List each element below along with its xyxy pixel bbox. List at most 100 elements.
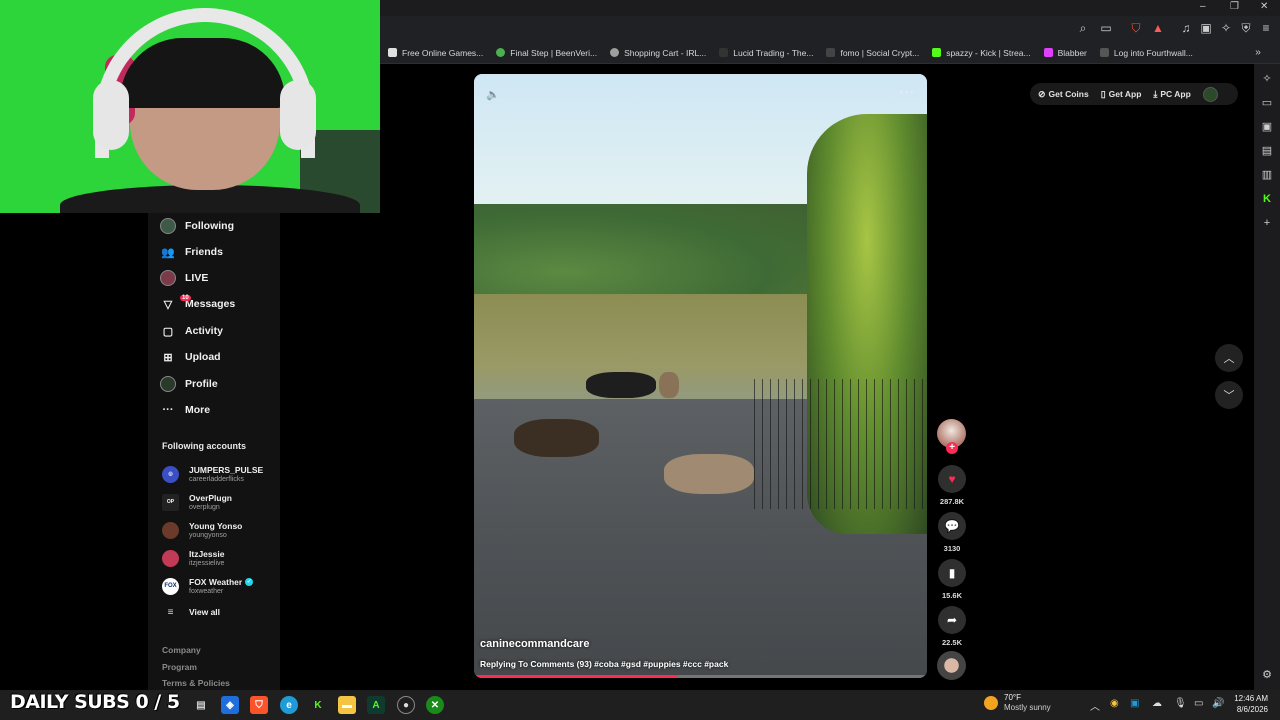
like-button[interactable]: ♥ bbox=[938, 465, 966, 493]
menu-icon[interactable]: ≡ bbox=[1258, 20, 1274, 36]
bookmark-item[interactable]: spazzy - Kick | Strea... bbox=[932, 48, 1031, 58]
sidebar-item-activity[interactable]: ▢ Activity bbox=[160, 321, 223, 341]
bookmarks-bar: Free Online Games... Final Step | BeenVe… bbox=[380, 42, 1280, 64]
bookmark-item[interactable]: Free Online Games... bbox=[388, 48, 483, 58]
wallet-icon[interactable]: ▣ bbox=[1198, 20, 1214, 36]
xbox-icon[interactable]: ✕ bbox=[426, 696, 444, 714]
get-app-button[interactable]: ▯ Get App bbox=[1101, 89, 1142, 100]
bookmark-favicon-icon bbox=[1043, 48, 1053, 57]
edge-icon[interactable]: e bbox=[280, 696, 298, 714]
bookmark-item[interactable]: Final Step | BeenVeri... bbox=[496, 48, 597, 58]
weather-widget[interactable]: 70°F Mostly sunny bbox=[984, 693, 1051, 713]
bookmark-label: Log into Fourthwall... bbox=[1113, 47, 1193, 58]
video-player[interactable]: 🔈 ··· caninecommandcare Replying To Comm… bbox=[474, 74, 927, 678]
bookmark-item[interactable]: Blabber bbox=[1043, 48, 1087, 58]
profile-avatar[interactable] bbox=[1202, 86, 1218, 102]
weather-desc: Mostly sunny bbox=[1004, 703, 1051, 712]
tray-overflow-icon[interactable]: ︿ bbox=[1090, 698, 1100, 713]
settings-icon[interactable]: ⚙ bbox=[1260, 668, 1274, 682]
kick-icon[interactable]: K bbox=[309, 696, 327, 714]
comment-icon: 💬 bbox=[944, 519, 960, 533]
friends-icon: 👥 bbox=[161, 246, 175, 259]
more-options-icon[interactable]: ··· bbox=[899, 84, 915, 99]
follow-plus-icon[interactable]: + bbox=[946, 442, 958, 454]
close-icon[interactable]: ✕ bbox=[1260, 1, 1268, 12]
bookmarks-overflow-icon[interactable]: » bbox=[1250, 45, 1266, 61]
sidebar-item-upload[interactable]: ⊞ Upload bbox=[160, 347, 221, 367]
volume-icon[interactable]: 🔈 bbox=[486, 88, 500, 101]
wallet-icon[interactable]: ▣ bbox=[1260, 120, 1274, 134]
bookmark-item[interactable]: Shopping Cart - IRL... bbox=[610, 48, 706, 58]
video-author[interactable]: caninecommandcare bbox=[480, 638, 589, 650]
kick-icon[interactable]: K bbox=[1260, 192, 1274, 206]
music-disc[interactable] bbox=[937, 651, 966, 680]
view-all-link[interactable]: ≡ View all bbox=[162, 601, 280, 623]
bookmark-item[interactable]: fomo | Social Crypt... bbox=[826, 48, 919, 58]
following-account[interactable]: ItzJessie itzjessielive bbox=[162, 547, 280, 569]
account-handle: careerladderflicks bbox=[189, 475, 244, 483]
reading-list-icon[interactable]: ▥ bbox=[1260, 168, 1274, 182]
bookmark-icon[interactable]: ▤ bbox=[1260, 144, 1274, 158]
volume-icon[interactable]: 🔊 bbox=[1212, 698, 1224, 709]
video-progress-bar[interactable] bbox=[474, 675, 927, 678]
previous-video-button[interactable]: ︿ bbox=[1215, 344, 1243, 372]
obs-icon[interactable]: ● bbox=[397, 696, 415, 714]
sidebar: Following 👥 Friends LIVE ▽ 10 Messages ▢… bbox=[148, 213, 280, 690]
file-explorer-icon[interactable]: ▬ bbox=[338, 696, 356, 714]
following-account[interactable]: Young Yonso youngyonso bbox=[162, 519, 280, 541]
sidebar-item-label: Upload bbox=[185, 351, 221, 363]
sidebar-item-label: More bbox=[185, 404, 211, 416]
vpn-icon[interactable]: ⛨ bbox=[1238, 20, 1254, 36]
browser-sidebar: ✧ ▭ ▣ ▤ ▥ K + ⚙ bbox=[1254, 64, 1280, 690]
tray-app-icon[interactable]: ☁ bbox=[1152, 698, 1162, 709]
clock-time: 12:46 AM bbox=[1234, 694, 1268, 703]
video-icon[interactable]: ▭ bbox=[1260, 96, 1274, 110]
footer-link-company[interactable]: Company bbox=[162, 645, 201, 655]
comment-button[interactable]: 💬 bbox=[938, 512, 966, 540]
messages-badge: 10 bbox=[180, 295, 191, 301]
sidebar-item-following[interactable]: Following bbox=[160, 216, 234, 236]
clock[interactable]: 12:46 AM 8/6/2026 bbox=[1228, 693, 1268, 715]
like-count: 287.8K bbox=[939, 497, 965, 506]
share-button[interactable]: ➦ bbox=[938, 606, 966, 634]
download-icon: ⤓ bbox=[1153, 88, 1158, 99]
pc-app-button[interactable]: ⤓ PC App bbox=[1153, 89, 1190, 100]
top-actions: ⊘ Get Coins ▯ Get App ⤓ PC App bbox=[1030, 83, 1238, 105]
leo-ai-icon[interactable]: ✧ bbox=[1218, 20, 1234, 36]
display-icon[interactable]: ▭ bbox=[1194, 698, 1203, 709]
terminal-icon[interactable]: A bbox=[367, 696, 385, 714]
bookmark-item[interactable]: Lucid Trading - The... bbox=[719, 48, 813, 58]
tray-app-icon[interactable]: ◉ bbox=[1110, 698, 1119, 709]
minimize-icon[interactable]: – bbox=[1200, 1, 1206, 12]
microphone-icon[interactable]: 🎙 bbox=[1174, 698, 1187, 709]
brave-icon[interactable]: ⛉ bbox=[250, 696, 268, 714]
sidebar-item-label: Following bbox=[185, 220, 234, 232]
sidebar-item-more[interactable]: ··· More bbox=[160, 400, 211, 420]
brave-shields-icon[interactable]: ⛉ bbox=[1128, 20, 1144, 36]
app-icon[interactable]: ◈ bbox=[221, 696, 239, 714]
webcam-overlay bbox=[0, 0, 380, 213]
add-icon[interactable]: + bbox=[1260, 216, 1274, 230]
following-account[interactable]: OP OverPlugn overplugn bbox=[162, 491, 280, 513]
sidebar-item-friends[interactable]: 👥 Friends bbox=[160, 242, 223, 262]
tray-app-icon[interactable]: ▣ bbox=[1130, 698, 1139, 709]
sidebar-item-profile[interactable]: Profile bbox=[160, 374, 218, 394]
following-account[interactable]: ◎ JUMPERS_PULSE careerladderflicks bbox=[162, 463, 280, 485]
dog bbox=[659, 372, 679, 398]
brave-rewards-icon[interactable]: ▲ bbox=[1150, 20, 1166, 36]
bookmark-item[interactable]: Log into Fourthwall... bbox=[1099, 47, 1193, 58]
footer-link-terms[interactable]: Terms & Policies bbox=[162, 678, 230, 688]
search-icon[interactable]: ⌕ bbox=[1075, 20, 1091, 36]
next-video-button[interactable]: ﹀ bbox=[1215, 381, 1243, 409]
cast-icon[interactable]: ▭ bbox=[1098, 20, 1114, 36]
leo-icon[interactable]: ✧ bbox=[1260, 72, 1274, 86]
sidebar-item-messages[interactable]: ▽ 10 Messages bbox=[160, 294, 235, 314]
get-coins-button[interactable]: ⊘ Get Coins bbox=[1038, 89, 1089, 100]
restore-icon[interactable]: ❐ bbox=[1230, 1, 1239, 12]
music-icon[interactable]: ♫ bbox=[1178, 20, 1194, 36]
following-account[interactable]: FOX FOX Weather ✓ foxweather bbox=[162, 575, 280, 597]
footer-link-program[interactable]: Program bbox=[162, 662, 197, 672]
sidebar-item-live[interactable]: LIVE bbox=[160, 268, 208, 288]
save-button[interactable]: ▮ bbox=[938, 559, 966, 587]
taskview-icon[interactable]: ▤ bbox=[192, 696, 210, 714]
